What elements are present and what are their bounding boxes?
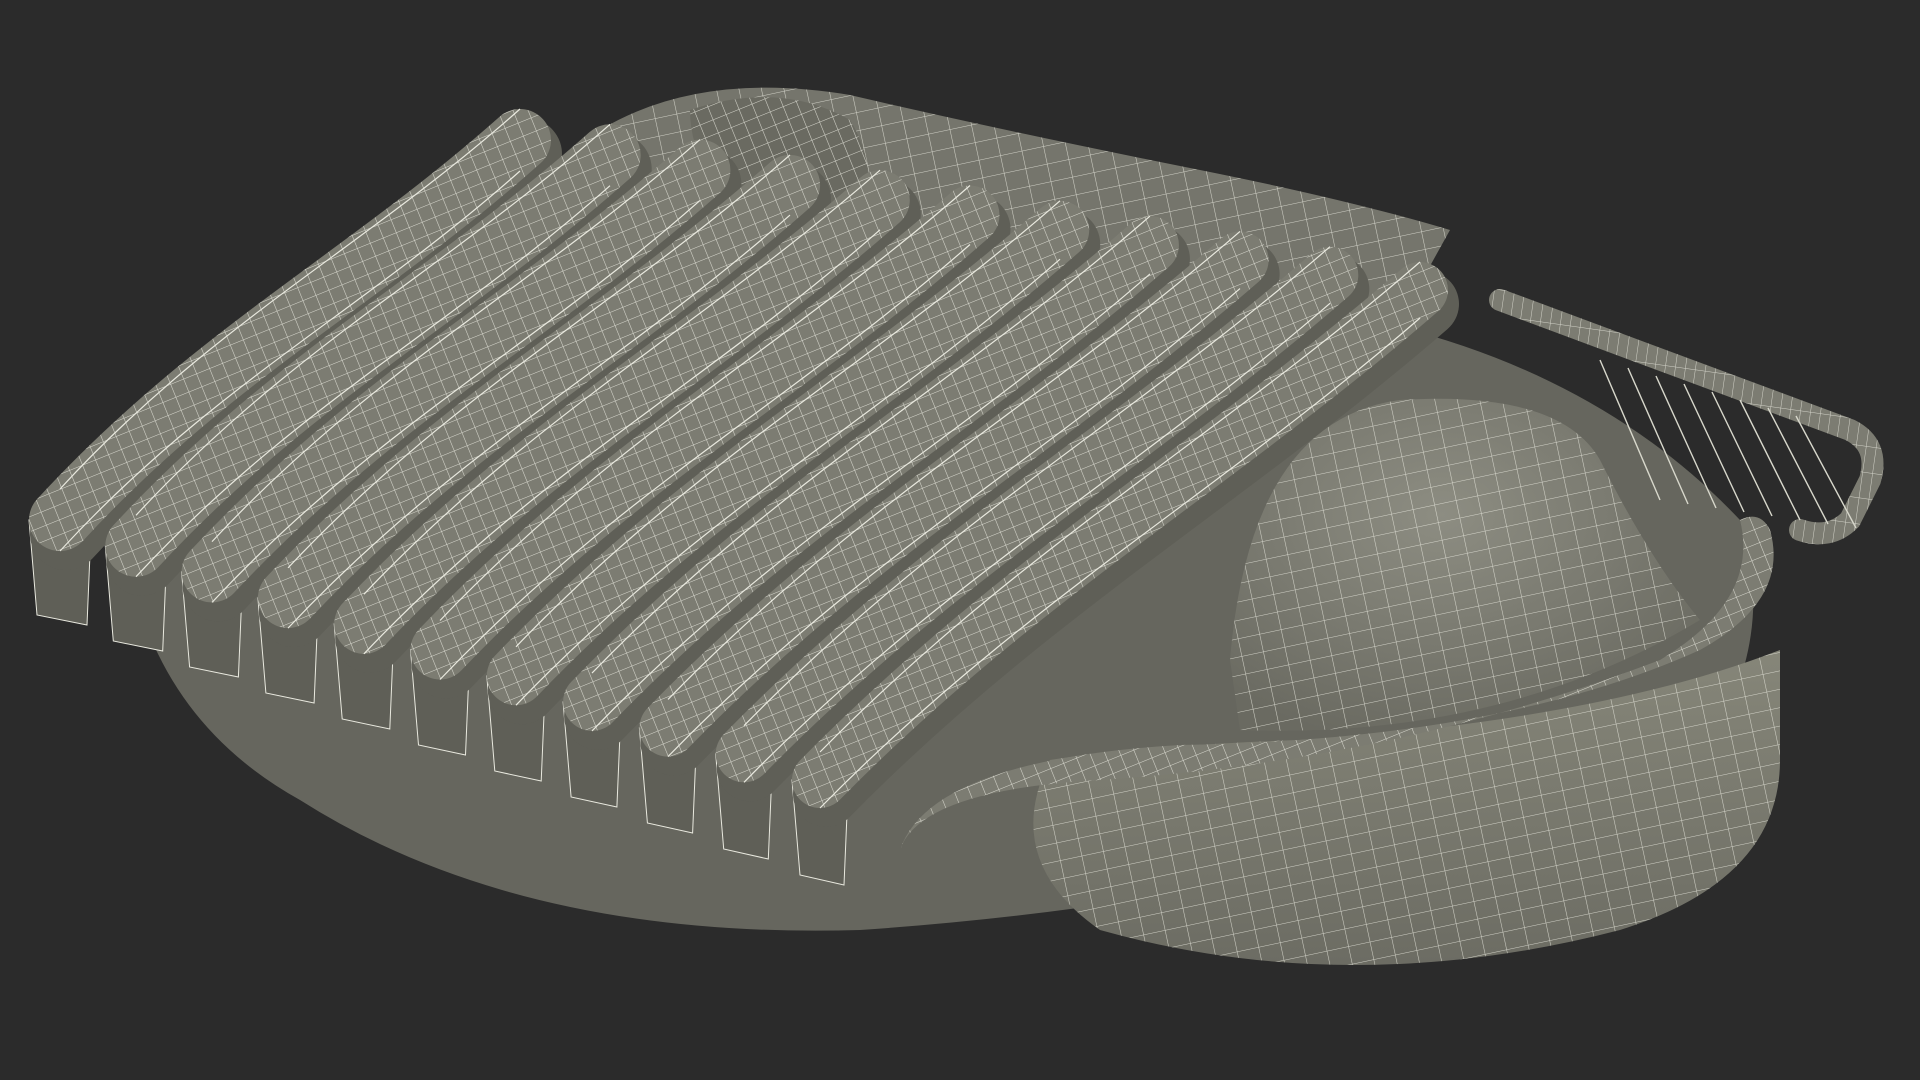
render-viewport <box>0 0 1920 1080</box>
cutting-wire <box>1711 391 1773 517</box>
egg-slicer-wireframe-render <box>28 87 1884 965</box>
